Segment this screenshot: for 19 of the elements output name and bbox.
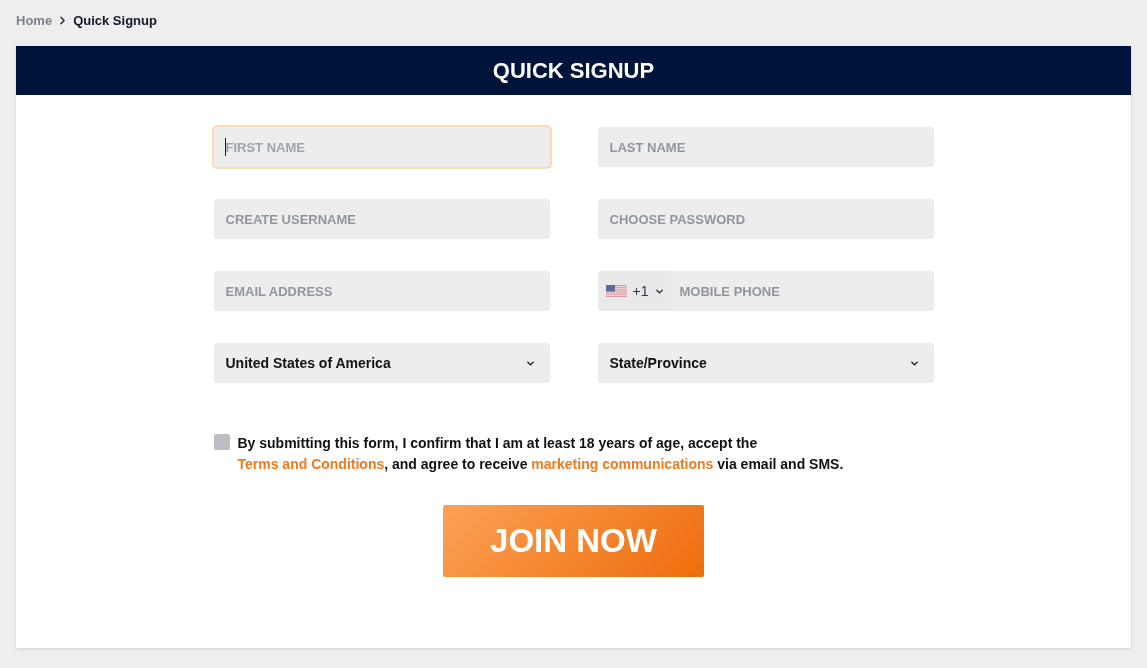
- breadcrumb-current: Quick Signup: [73, 11, 157, 30]
- consent-checkbox[interactable]: [213, 434, 230, 450]
- input-field[interactable]: FIRST NAME: [213, 127, 550, 167]
- us-flag-icon: [605, 285, 627, 297]
- text-cursor-icon: [224, 138, 226, 156]
- consent-link[interactable]: marketing communications: [531, 456, 714, 472]
- input-field[interactable]: CHOOSE PASSWORD: [597, 199, 934, 239]
- input-field[interactable]: LAST NAME: [597, 127, 934, 167]
- dropdown-select[interactable]: United States of America: [213, 343, 550, 383]
- join-now-button[interactable]: JOIN NOW: [443, 505, 704, 577]
- consent-link[interactable]: Terms and Conditions: [237, 456, 385, 472]
- input-field[interactable]: CREATE USERNAME: [213, 199, 550, 239]
- breadcrumb-link[interactable]: Home: [16, 10, 53, 31]
- form-title: QUICK SIGNUP: [492, 57, 655, 85]
- consent-text: By submitting this form, I confirm that I am at least 18 years of age, accept the Terms and Conditions, and agree to receive marketing communications via email and SMS.: [237, 434, 845, 474]
- country-code-button[interactable]: +1: [597, 271, 672, 311]
- dropdown-select[interactable]: State/Province: [597, 343, 934, 383]
- input-field[interactable]: EMAIL ADDRESS: [213, 271, 550, 311]
- input-field[interactable]: MOBILE PHONE: [671, 271, 934, 311]
